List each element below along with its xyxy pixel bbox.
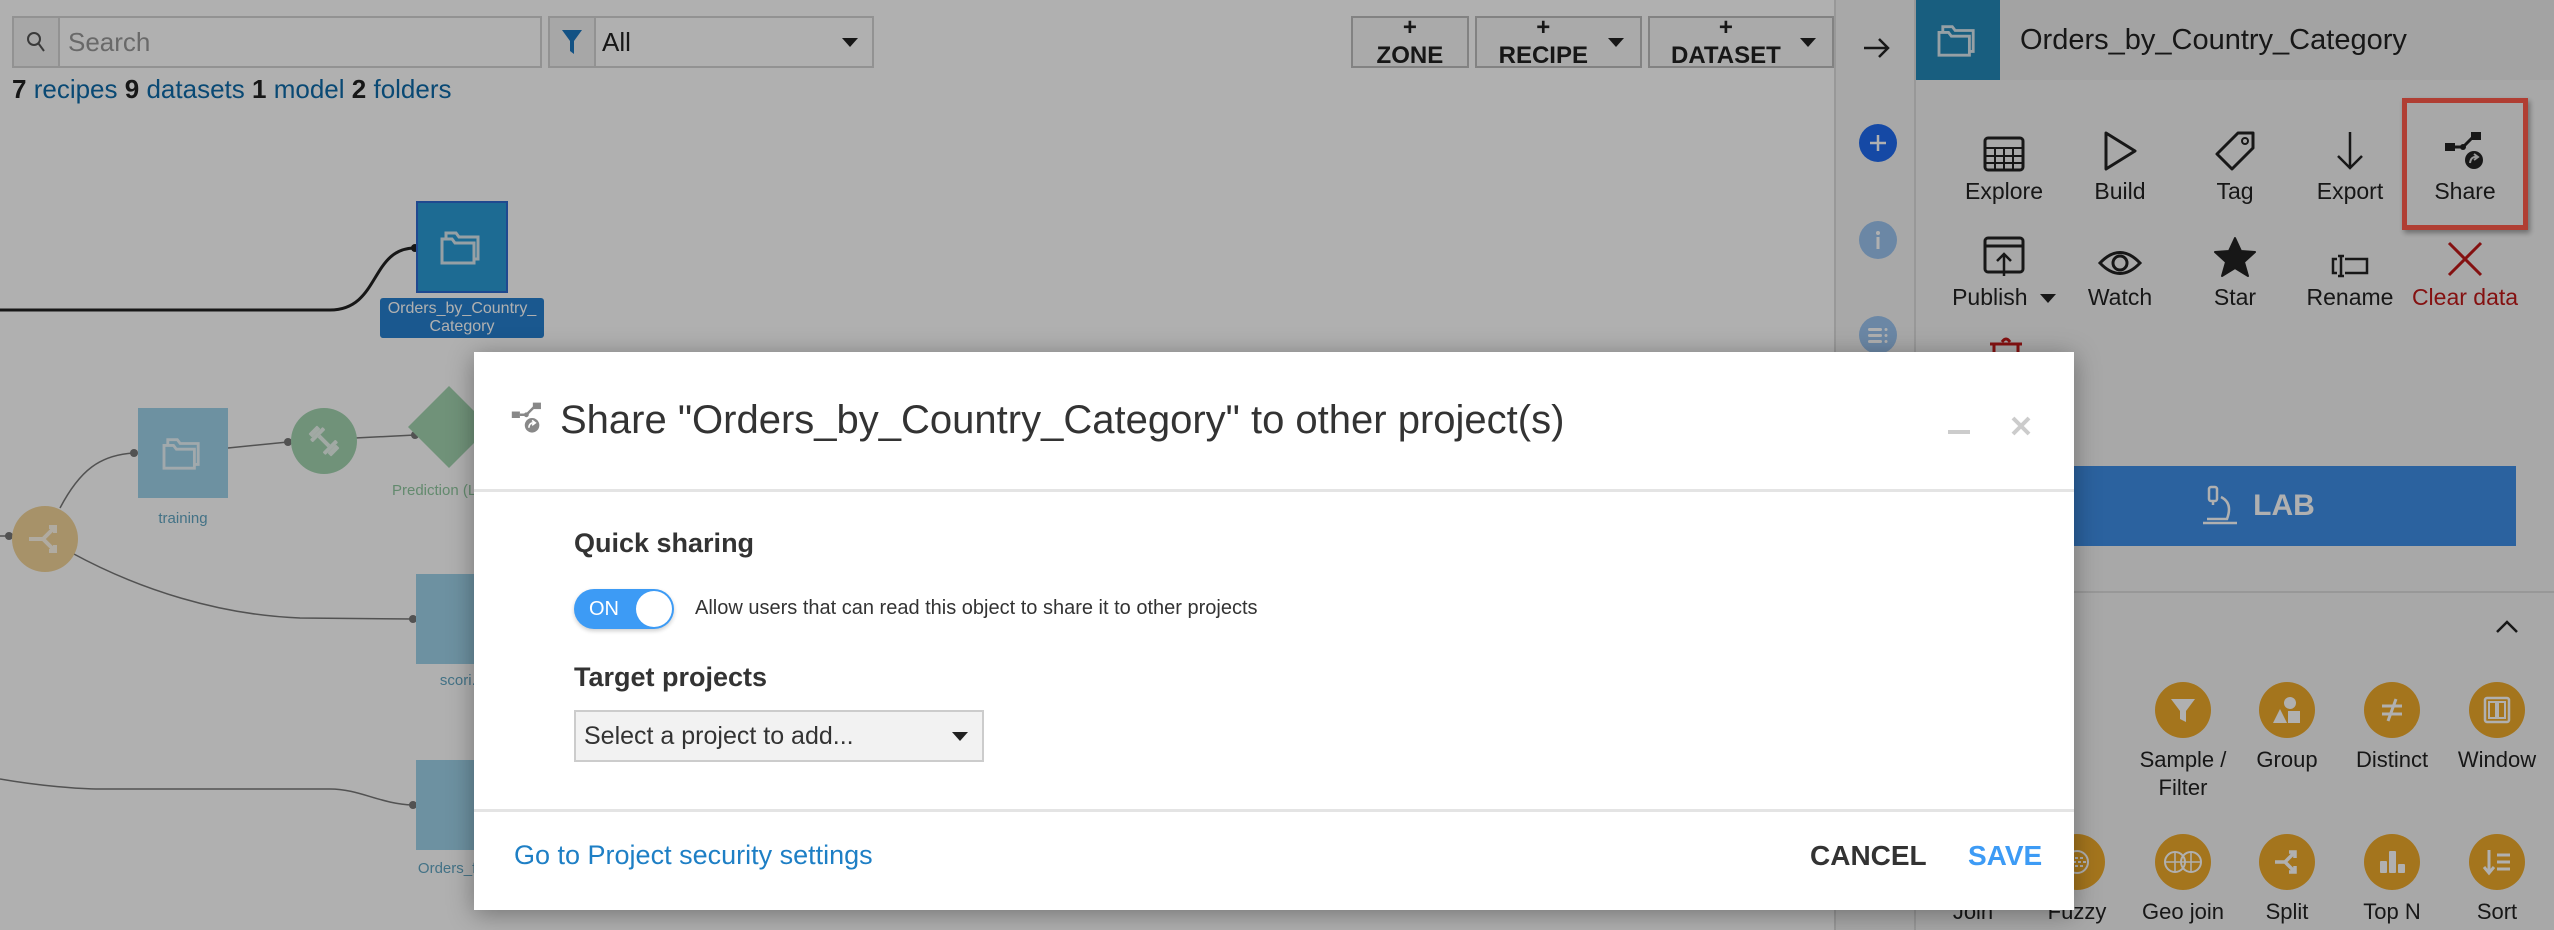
close-icon bbox=[2011, 416, 2031, 436]
quick-sharing-toggle[interactable]: ON bbox=[574, 589, 674, 629]
share-modal: Share "Orders_by_Country_Category" to ot… bbox=[474, 352, 2074, 910]
save-button[interactable]: SAVE bbox=[1968, 840, 2042, 872]
close-button[interactable] bbox=[2010, 406, 2032, 444]
toggle-knob bbox=[636, 591, 672, 627]
toggle-description: Allow users that can read this object to… bbox=[695, 597, 1258, 619]
project-select[interactable]: Select a project to add... bbox=[574, 710, 984, 762]
modal-body: Quick sharing ON Allow users that can re… bbox=[474, 492, 2074, 806]
target-projects-label: Target projects bbox=[574, 662, 768, 692]
minimize-button[interactable] bbox=[1948, 430, 1970, 434]
project-select-placeholder: Select a project to add... bbox=[584, 721, 854, 750]
security-settings-link[interactable]: Go to Project security settings bbox=[514, 840, 873, 871]
share-icon bbox=[510, 401, 546, 440]
modal-header: Share "Orders_by_Country_Category" to ot… bbox=[474, 352, 2074, 492]
toggle-state: ON bbox=[589, 598, 619, 620]
quick-sharing-label: Quick sharing bbox=[574, 528, 755, 558]
cancel-button[interactable]: CANCEL bbox=[1810, 840, 1927, 872]
modal-title: Share "Orders_by_Country_Category" to ot… bbox=[560, 398, 1565, 442]
modal-footer: Go to Project security settings CANCEL S… bbox=[474, 809, 2074, 910]
chevron-down-icon bbox=[952, 731, 968, 741]
